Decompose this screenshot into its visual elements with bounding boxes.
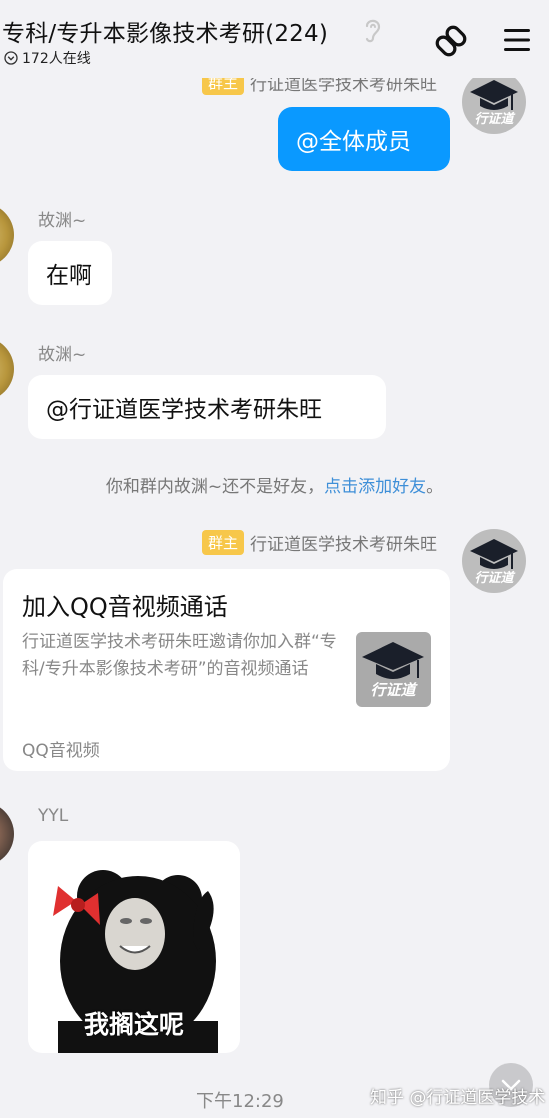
ear-icon[interactable]	[361, 16, 383, 44]
message-bubble[interactable]: @行证道医学技术考研朱旺	[28, 375, 386, 439]
avatar-text: 行证道	[474, 111, 515, 127]
add-friend-link[interactable]: 点击添加好友	[324, 477, 426, 497]
avatar[interactable]	[0, 337, 14, 401]
chat-header: 专科/专升本影像技术考研(224) 172人在线	[0, 0, 549, 78]
message-bubble[interactable]: 在啊	[28, 241, 112, 305]
card-description: 行证道医学技术考研朱旺邀请你加入群“专科/专升本影像技术考研”的音视频通话	[22, 632, 337, 679]
online-status[interactable]: 172人在线	[4, 48, 91, 68]
sender-name: 故渊~	[38, 211, 87, 231]
card-thumbnail: 行证道	[356, 632, 431, 707]
notice-suffix: 。	[426, 477, 444, 497]
avatar[interactable]	[0, 802, 14, 866]
avatar[interactable]	[0, 203, 14, 267]
sender-name: YYL	[38, 806, 69, 826]
notice-text: 你和群内故渊~还不是好友，	[105, 477, 325, 497]
friend-notice: 你和群内故渊~还不是好友，点击添加好友。	[0, 472, 549, 497]
sender-name: 故渊~	[38, 345, 87, 365]
card-sender-line: 群主 行证道医学技术考研朱旺	[201, 530, 437, 555]
sender-name: 行证道医学技术考研朱旺	[250, 535, 437, 555]
avatar-text: 行证道	[474, 570, 515, 586]
card-title: 加入QQ音视频通话	[22, 593, 228, 621]
online-count: 172人在线	[22, 51, 91, 67]
avatar[interactable]: 行证道	[462, 529, 526, 593]
graduation-cap-icon: 行证道	[470, 539, 518, 586]
group-link-icon[interactable]	[432, 22, 470, 60]
call-invite-card[interactable]: 加入QQ音视频通话 行证道医学技术考研朱旺邀请你加入群“专科/专升本影像技术考研…	[3, 569, 450, 771]
sticker-message[interactable]: 我搁这呢	[28, 841, 240, 1053]
watermark: 知乎 @行证道医学技术	[370, 1088, 546, 1108]
sticker-caption: 我搁这呢	[83, 1010, 184, 1039]
chevron-down-icon	[4, 51, 18, 65]
owner-badge: 群主	[201, 530, 244, 555]
menu-icon[interactable]	[502, 26, 532, 54]
graduation-cap-icon: 行证道	[470, 80, 518, 127]
timestamp: 下午12:29	[196, 1091, 284, 1112]
graduation-cap-icon: 行证道	[362, 642, 424, 699]
group-title[interactable]: 专科/专升本影像技术考研(224)	[2, 14, 328, 48]
message-bubble-self[interactable]: @全体成员	[278, 107, 450, 171]
thumbnail-text: 行证道	[370, 681, 418, 699]
avatar[interactable]: 行证道	[462, 70, 526, 134]
card-source: QQ音视频	[22, 741, 100, 761]
